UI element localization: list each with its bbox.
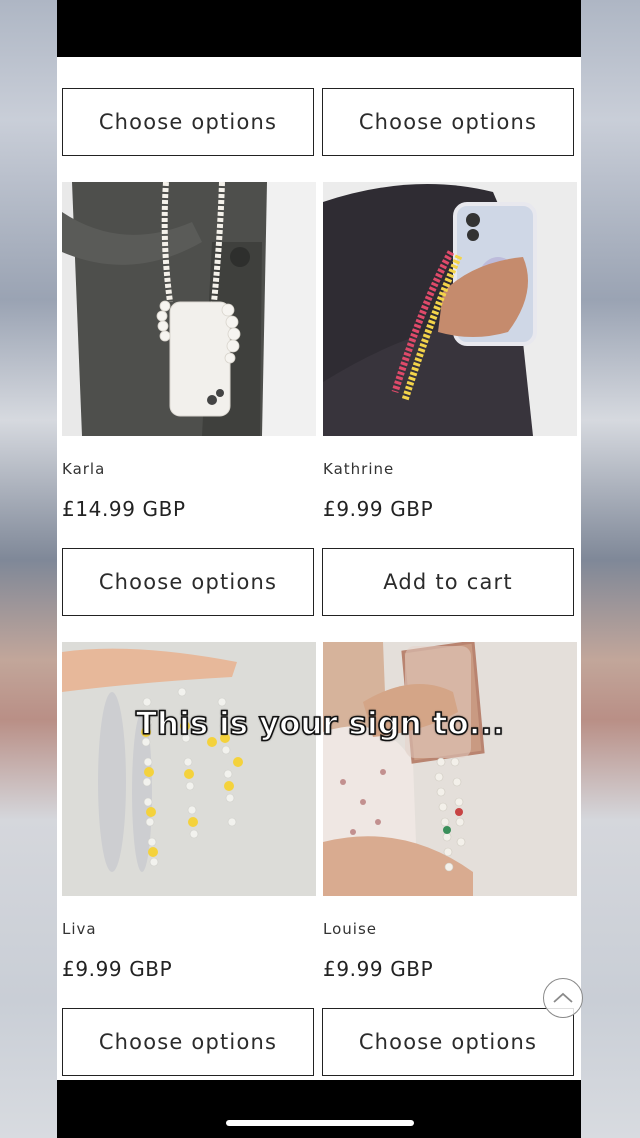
product-image-liva[interactable] [62, 642, 316, 896]
product-name[interactable]: Karla [62, 460, 105, 478]
choose-options-button[interactable]: Choose options [62, 88, 314, 156]
product-photo [323, 182, 577, 436]
product-image-karla[interactable] [62, 182, 316, 436]
phone-screen: Choose options Choose options Karla £14.… [57, 0, 581, 1138]
product-price: £14.99 GBP [62, 497, 186, 521]
chevron-up-icon [553, 992, 573, 1003]
choose-options-button[interactable]: Choose options [322, 88, 574, 156]
product-price: £9.99 GBP [323, 957, 434, 981]
home-indicator[interactable] [226, 1120, 414, 1126]
video-caption: This is your sign to... [135, 705, 505, 743]
product-image-kathrine[interactable] [323, 182, 577, 436]
status-bar [57, 0, 581, 57]
add-to-cart-button[interactable]: Add to cart [322, 548, 574, 616]
scroll-to-top-button[interactable] [543, 978, 583, 1018]
choose-options-button[interactable]: Choose options [62, 548, 314, 616]
product-name[interactable]: Louise [323, 920, 377, 938]
product-photo [62, 182, 316, 436]
choose-options-button[interactable]: Choose options [62, 1008, 314, 1076]
product-photo [323, 642, 577, 896]
product-price: £9.99 GBP [323, 497, 434, 521]
home-bar [57, 1080, 581, 1138]
product-photo [62, 642, 316, 896]
product-name[interactable]: Liva [62, 920, 97, 938]
choose-options-button[interactable]: Choose options [322, 1008, 574, 1076]
product-price: £9.99 GBP [62, 957, 173, 981]
product-image-louise[interactable] [323, 642, 577, 896]
product-name[interactable]: Kathrine [323, 460, 394, 478]
